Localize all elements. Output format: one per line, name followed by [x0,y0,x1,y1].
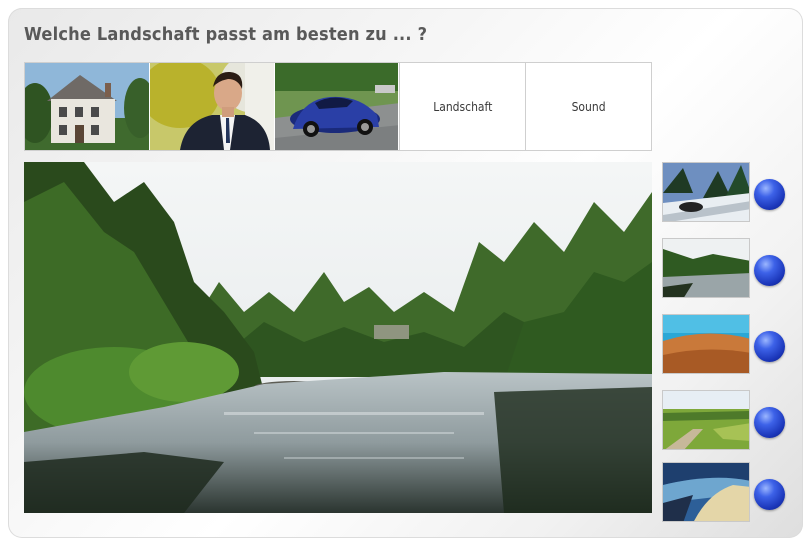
desert-dunes-thumbnail[interactable] [662,314,750,374]
option-radio-2[interactable] [754,255,785,286]
sports-car-photo-icon [274,63,399,150]
snowy-road-car-photo-icon [663,163,749,221]
option-country-road[interactable] [662,390,788,452]
sports-car-thumbnail[interactable] [274,63,400,150]
businessman-photo-icon [149,63,274,150]
desert-dunes-photo-icon [663,315,749,373]
river-lake-thumbnail[interactable] [662,238,750,298]
businessman-thumbnail[interactable] [149,63,275,150]
option-desert-dunes[interactable] [662,314,788,376]
tab-sound[interactable]: Sound [525,63,651,150]
beach-coast-thumbnail[interactable] [662,462,750,522]
main-landscape-image [24,162,652,513]
river-forest-landscape-photo-icon [24,162,652,513]
villa-thumbnail[interactable] [25,63,150,150]
country-road-thumbnail[interactable] [662,390,750,450]
option-radio-4[interactable] [754,407,785,438]
option-radio-5[interactable] [754,479,785,510]
tab-landschaft[interactable]: Landschaft [399,63,526,150]
river-lake-photo-icon [663,239,749,297]
question-title: Welche Landschaft passt am besten zu ...… [24,24,428,45]
option-radio-3[interactable] [754,331,785,362]
option-snowy-road[interactable] [662,162,788,224]
snowy-road-thumbnail[interactable] [662,162,750,222]
option-radio-1[interactable] [754,179,785,210]
option-beach-coast[interactable] [662,462,788,524]
country-road-fields-photo-icon [663,391,749,449]
answer-options [662,162,788,522]
option-river-lake[interactable] [662,238,788,300]
villa-photo-icon [25,63,149,150]
beach-coast-photo-icon [663,463,749,521]
top-bar: Landschaft Sound [24,62,652,151]
